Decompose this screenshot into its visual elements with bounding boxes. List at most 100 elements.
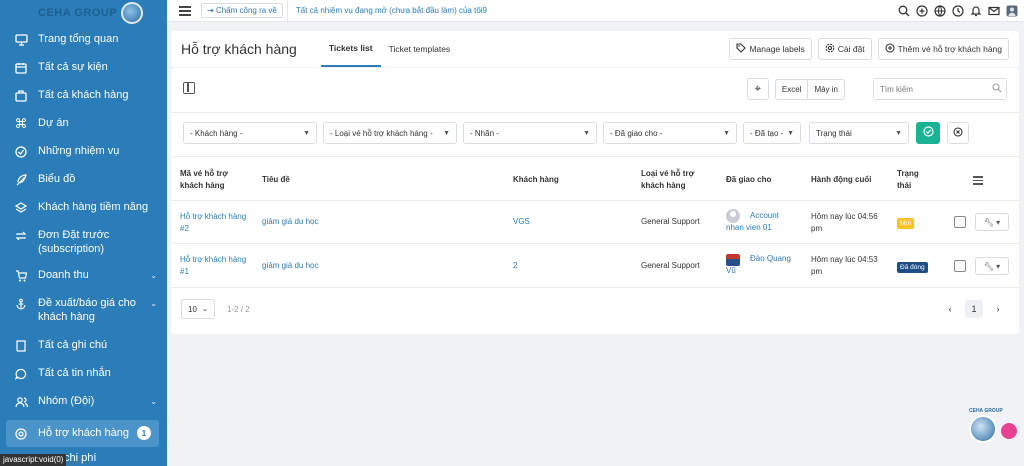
status-filter[interactable]: Trạng thái ▼ xyxy=(809,122,909,144)
client-filter-label: - Khách hàng - xyxy=(190,128,243,138)
sign-out-icon: ⇥ xyxy=(207,6,216,15)
page-number-current[interactable]: 1 xyxy=(965,300,983,318)
globe-icon[interactable] xyxy=(934,4,946,17)
row-actions-dropdown[interactable]: 🔧︎ ▾ xyxy=(975,213,1009,231)
mail-icon[interactable] xyxy=(988,5,1000,17)
column-header-last-activity[interactable]: Hành động cuối xyxy=(811,174,871,186)
ticket-type-filter[interactable]: - Loại vé hỗ trợ khách hàng - ▼ xyxy=(323,122,457,144)
feather-icon xyxy=(14,173,28,187)
sidebar-item-label: Tất cả ghi chú xyxy=(38,339,108,351)
add-ticket-button[interactable]: Thêm vé hỗ trợ khách hàng xyxy=(877,38,1009,60)
chevron-down-icon: ▼ xyxy=(303,129,310,137)
row-checkbox[interactable] xyxy=(954,216,966,228)
assignee-link[interactable]: Đào Quang Vũ xyxy=(726,253,796,277)
column-header-assigned[interactable]: Đã giao cho xyxy=(726,174,771,186)
wrench-icon: 🔧︎ ▾ xyxy=(983,261,1001,271)
client-link[interactable]: VGS xyxy=(513,216,530,228)
search-icon[interactable] xyxy=(898,5,910,17)
add-ticket-label: Thêm vé hỗ trợ khách hàng xyxy=(897,44,1002,54)
next-page-icon[interactable]: › xyxy=(989,300,1007,318)
logo[interactable]: CEHA GROUP xyxy=(0,0,167,26)
chevron-down-icon: ⌄ xyxy=(150,397,157,406)
sidebar-item-label: Nhóm (Đội) xyxy=(38,395,95,407)
settings-label: Cài đặt xyxy=(837,44,865,54)
columns-toggle-icon[interactable] xyxy=(183,82,195,94)
sidebar-item-charts[interactable]: Biểu đồ xyxy=(0,172,167,200)
sidebar-item-messages[interactable]: Tất cả tin nhắn xyxy=(0,366,167,394)
created-filter[interactable]: - Đã tạo - ▼ xyxy=(743,122,801,144)
clock-out-button[interactable]: ⇥ Chấm công ra về xyxy=(201,3,283,18)
open-tasks-link[interactable]: Tất cả nhiệm vụ đang mở (chưa bắt đầu là… xyxy=(286,0,495,22)
repeat-icon xyxy=(14,229,28,243)
header-actions: Manage labels Cài đặt Thêm vé hỗ trợ khá… xyxy=(729,38,1009,60)
chevron-down-icon: ⌄ xyxy=(150,299,157,308)
manage-labels-button[interactable]: Manage labels xyxy=(729,38,812,60)
notification-badge: 1 xyxy=(137,426,151,440)
divider xyxy=(171,200,1019,201)
sidebar-item-proposals[interactable]: Đề xuất/báo giá cho khách hàng ⌄ xyxy=(0,296,167,338)
tab-ticket-templates[interactable]: Ticket templates xyxy=(381,31,459,67)
sidebar-item-clients[interactable]: Tất cả khách hàng xyxy=(0,88,167,116)
check-circle-icon xyxy=(922,126,934,140)
settings-button[interactable]: Cài đặt xyxy=(817,38,872,60)
close-circle-icon xyxy=(953,126,963,140)
ticket-title-link[interactable]: giảm giá du học xyxy=(262,260,318,272)
prev-page-icon[interactable]: ‹ xyxy=(941,300,959,318)
brain-icon[interactable] xyxy=(1001,423,1017,439)
assigned-filter[interactable]: - Đã giao cho - ▼ xyxy=(603,122,737,144)
excel-button[interactable]: Excel xyxy=(776,80,808,99)
sidebar-item-support[interactable]: Hỗ trợ khách hàng 1 xyxy=(6,420,159,447)
client-link[interactable]: 2 xyxy=(513,260,517,272)
bell-icon[interactable] xyxy=(970,5,982,17)
column-header-title[interactable]: Tiêu đề xyxy=(262,174,290,186)
sidebar-item-revenue[interactable]: Doanh thu ⌄ xyxy=(0,268,167,296)
ticket-title-link[interactable]: giảm giá du học xyxy=(262,216,318,228)
sidebar-item-label: Doanh thu xyxy=(38,269,89,281)
column-menu-icon[interactable] xyxy=(973,174,983,187)
sidebar-item-projects[interactable]: ⌘ Dự án xyxy=(0,116,167,144)
column-header-type[interactable]: Loại vé hỗ trợ khách hàng xyxy=(641,168,711,192)
manage-labels-label: Manage labels xyxy=(749,44,805,54)
clear-filter-button[interactable] xyxy=(947,122,969,144)
chevron-down-icon: ▼ xyxy=(895,129,902,137)
sidebar-item-events[interactable]: Tất cả sự kiện xyxy=(0,60,167,88)
sidebar-item-label: Tất cả khách hàng xyxy=(38,89,129,101)
sidebar-item-teams[interactable]: Nhóm (Đội) ⌄ xyxy=(0,394,167,420)
ticket-id-link[interactable]: Hỗ trợ khách hàng #2 xyxy=(180,211,252,235)
page-size-select[interactable]: 10 ⌄ xyxy=(181,299,215,319)
sidebar-item-label: Hỗ trợ khách hàng xyxy=(38,427,129,439)
clock-icon[interactable] xyxy=(952,4,964,17)
top-bar: ⇥ Chấm công ra về Tất cả nhiệm vụ đang m… xyxy=(167,0,1024,22)
chevron-down-icon: ▼ xyxy=(723,129,730,137)
table-toolbar: ⌖ Excel Máy in xyxy=(171,78,1019,100)
monitor-icon xyxy=(14,33,28,47)
sidebar-item-dashboard[interactable]: Trang tổng quan xyxy=(0,32,167,60)
assignee-link[interactable]: Account nhan vien 01 xyxy=(726,210,796,234)
sidebar-item-leads[interactable]: Khách hàng tiềm năng xyxy=(0,200,167,228)
column-header-client[interactable]: Khách hàng xyxy=(513,174,559,186)
label-filter[interactable]: - Nhãn - ▼ xyxy=(463,122,597,144)
search-input[interactable] xyxy=(874,79,1006,99)
user-avatar-icon[interactable] xyxy=(1006,5,1018,17)
column-header-status[interactable]: Trạng thái xyxy=(897,168,927,192)
sidebar-item-subscriptions[interactable]: Đơn Đặt trước (subscription) xyxy=(0,228,167,268)
apply-filter-button[interactable] xyxy=(916,122,940,144)
hamburger-menu-icon[interactable] xyxy=(179,4,191,18)
tab-tickets-list[interactable]: Tickets list xyxy=(320,31,381,67)
divider xyxy=(171,243,1019,244)
column-header-id[interactable]: Mã vé hỗ trợ khách hàng xyxy=(180,168,250,192)
client-filter[interactable]: - Khách hàng - ▼ xyxy=(183,122,317,144)
row-checkbox[interactable] xyxy=(954,260,966,272)
message-icon xyxy=(14,367,28,381)
ticket-id-link[interactable]: Hỗ trợ khách hàng #1 xyxy=(180,254,252,278)
sidebar-item-notes[interactable]: Tất cả ghi chú xyxy=(0,338,167,366)
sidebar-item-tasks[interactable]: Những nhiệm vụ xyxy=(0,144,167,172)
row-actions-dropdown[interactable]: 🔧︎ ▾ xyxy=(975,257,1009,275)
status-badge: Đã đóng xyxy=(897,262,928,273)
chat-widget[interactable]: CEHA GROUP xyxy=(969,408,1019,447)
crosshair-icon[interactable]: ⌖ xyxy=(746,78,769,100)
divider xyxy=(171,112,1019,113)
plus-circle-icon[interactable] xyxy=(916,4,928,17)
chat-bubble-icon[interactable] xyxy=(969,415,997,443)
print-button[interactable]: Máy in xyxy=(807,79,844,99)
